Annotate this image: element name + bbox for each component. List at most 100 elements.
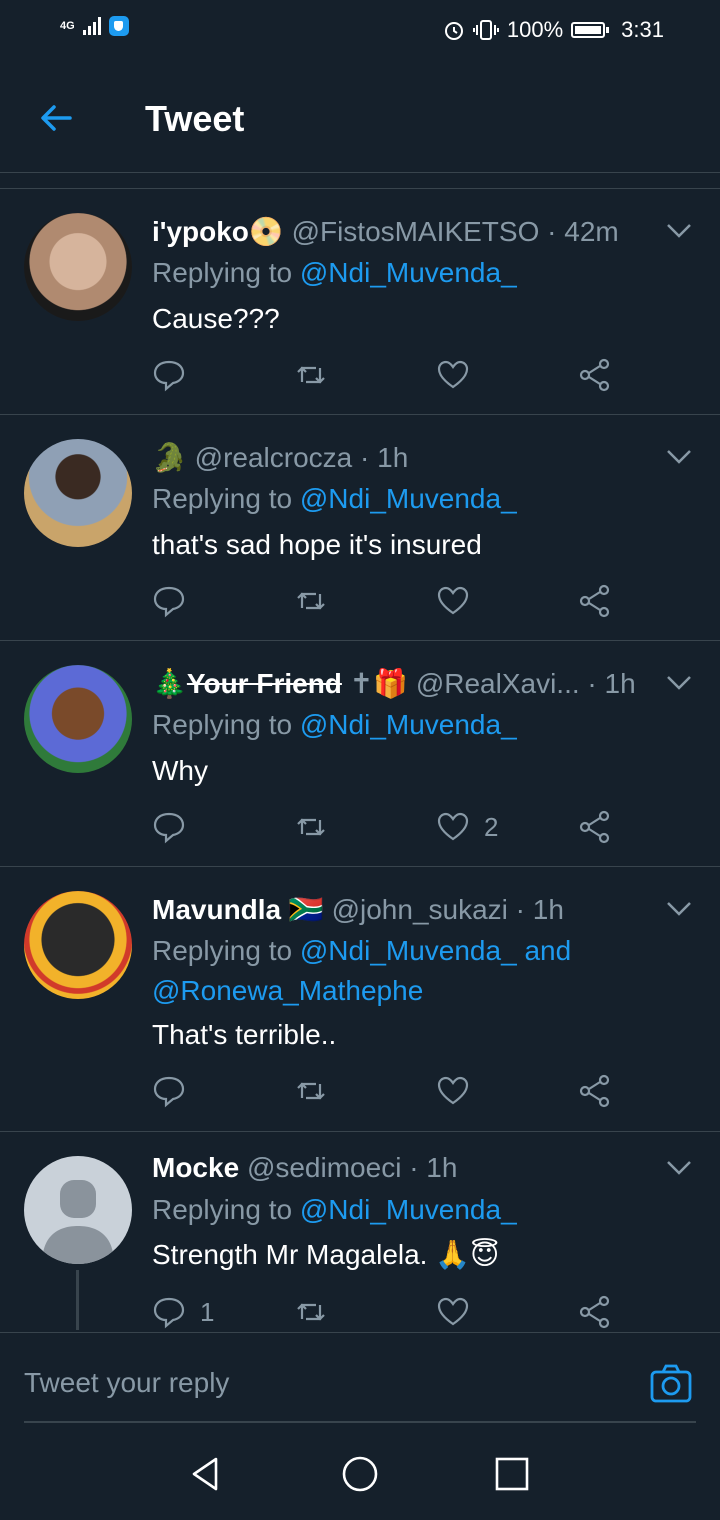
retweet-icon	[297, 1082, 325, 1100]
tweet-header: i'ypoko📀 @FistosMAIKETSO · 42m	[152, 215, 619, 248]
retweet-button[interactable]	[294, 355, 328, 395]
status-bar: 4G 100% 3:31	[0, 0, 720, 62]
network-indicator: 4G	[60, 20, 75, 32]
composer-underline	[24, 1421, 696, 1423]
tweet-text: Cause???	[152, 303, 280, 334]
reply-and: and	[524, 935, 572, 966]
share-icon	[579, 1295, 610, 1329]
reply-mention-link[interactable]: @Ndi_Muvenda_	[300, 1194, 517, 1225]
avatar[interactable]	[24, 1156, 132, 1264]
chevron-down-icon[interactable]	[666, 223, 692, 239]
name-emoji: 🇿🇦	[288, 894, 324, 925]
chevron-down-icon[interactable]	[666, 901, 692, 917]
heart-icon	[437, 1297, 469, 1326]
tweet-header: Mocke @sedimoeci · 1h	[152, 1152, 457, 1184]
share-button[interactable]	[578, 1292, 612, 1332]
user-handle[interactable]: @sedimoeci	[247, 1152, 401, 1183]
tweet-actions	[152, 355, 632, 395]
app-bar: Tweet	[0, 62, 720, 173]
like-button[interactable]	[436, 1292, 484, 1332]
reply-mention-link-2[interactable]: @Ronewa_Mathephe	[152, 975, 423, 1006]
reply-button[interactable]	[152, 355, 200, 395]
display-name[interactable]: Mocke	[152, 1152, 239, 1183]
avatar[interactable]	[24, 665, 132, 773]
tweet-actions: 2	[152, 807, 632, 847]
status-right: 100% 3:31	[443, 17, 664, 43]
reply-input[interactable]: Tweet your reply	[24, 1367, 229, 1399]
replying-to: Replying to @Ndi_Muvenda_	[152, 479, 517, 519]
share-icon	[579, 584, 610, 618]
tweet-item[interactable]: Mocke @sedimoeci · 1h Replying to @Ndi_M…	[0, 1132, 720, 1332]
tweet-item[interactable]: 🎄Your Friend ✝🎁 @RealXavi... · 1h Replyi…	[0, 641, 720, 867]
share-icon	[579, 1074, 610, 1108]
avatar[interactable]	[24, 439, 132, 547]
page-title: Tweet	[145, 98, 245, 139]
tweet-actions: 1	[152, 1292, 632, 1332]
clock: 3:31	[621, 17, 664, 42]
like-button[interactable]: 2	[436, 807, 498, 847]
display-name[interactable]: Mavundla	[152, 894, 281, 925]
chevron-down-icon[interactable]	[666, 1160, 692, 1176]
like-button[interactable]	[436, 355, 484, 395]
chevron-down-icon[interactable]	[666, 449, 692, 465]
tweet-text: that's sad hope it's insured	[152, 529, 482, 560]
display-name[interactable]: i'ypoko	[152, 216, 249, 247]
reply-icon	[153, 1076, 185, 1108]
reply-mention-link[interactable]: @Ndi_Muvenda_	[300, 483, 517, 514]
name-emoji: 🐊	[152, 442, 187, 473]
camera-icon[interactable]	[650, 1363, 692, 1405]
user-handle[interactable]: @RealXavi...	[416, 668, 580, 699]
reply-mention-link[interactable]: @Ndi_Muvenda_	[300, 257, 517, 288]
chevron-down-icon[interactable]	[666, 675, 692, 691]
heart-icon	[437, 360, 469, 389]
retweet-button[interactable]	[294, 581, 328, 621]
retweet-button[interactable]	[294, 1292, 328, 1332]
reply-composer: Tweet your reply	[0, 1332, 720, 1429]
reply-button[interactable]: 1	[152, 1292, 214, 1332]
reply-mention-link[interactable]: @Ndi_Muvenda_	[300, 935, 517, 966]
nav-home-icon[interactable]	[340, 1454, 380, 1494]
replying-to: Replying to @Ndi_Muvenda_	[152, 1190, 517, 1230]
user-handle[interactable]: @FistosMAIKETSO	[292, 216, 540, 247]
tweet-text: That's terrible..	[152, 1019, 337, 1050]
replying-to-prefix: Replying to	[152, 257, 293, 288]
back-arrow-icon[interactable]	[36, 98, 76, 138]
status-left: 4G	[60, 16, 129, 36]
nav-recents-icon[interactable]	[492, 1454, 532, 1494]
tweet-text: Strength Mr Magalela. 🙏😇	[152, 1239, 500, 1270]
share-icon	[579, 810, 610, 844]
reply-button[interactable]	[152, 581, 200, 621]
replying-to-prefix: Replying to	[152, 709, 293, 740]
nav-back-icon[interactable]	[186, 1454, 226, 1494]
tweet-actions	[152, 581, 632, 621]
reply-button[interactable]	[152, 807, 200, 847]
avatar[interactable]	[24, 213, 132, 321]
tweet-header: Mavundla 🇿🇦 @john_sukazi · 1h	[152, 893, 564, 926]
reply-mention-link[interactable]: @Ndi_Muvenda_	[300, 709, 517, 740]
reply-icon	[153, 586, 185, 618]
like-button[interactable]	[436, 581, 484, 621]
user-handle[interactable]: @john_sukazi	[332, 894, 508, 925]
name-prefix-emoji: 🎄	[152, 668, 187, 699]
tweet-item[interactable]: 🐊 @realcrocza · 1h Replying to @Ndi_Muve…	[0, 415, 720, 641]
share-button[interactable]	[578, 355, 612, 395]
system-nav-bar	[0, 1430, 720, 1520]
name-emoji: 📀	[248, 216, 284, 247]
name-emoji: ✝🎁	[349, 668, 409, 699]
share-button[interactable]	[578, 1071, 612, 1111]
share-button[interactable]	[578, 581, 612, 621]
retweet-button[interactable]	[294, 1071, 328, 1111]
share-button[interactable]	[578, 807, 612, 847]
retweet-button[interactable]	[294, 807, 328, 847]
tweet-item[interactable]: i'ypoko📀 @FistosMAIKETSO · 42m Replying …	[0, 189, 720, 415]
user-handle[interactable]: @realcrocza	[195, 442, 353, 473]
reply-button[interactable]	[152, 1071, 200, 1111]
signal-icon	[82, 17, 101, 35]
like-count: 2	[484, 811, 499, 842]
display-name[interactable]: Your Friend	[187, 668, 342, 699]
tweet-item[interactable]: Mavundla 🇿🇦 @john_sukazi · 1h Replying t…	[0, 867, 720, 1132]
reply-icon	[153, 1297, 185, 1329]
replying-to-prefix: Replying to	[152, 1194, 293, 1225]
like-button[interactable]	[436, 1071, 484, 1111]
avatar[interactable]	[24, 891, 132, 999]
